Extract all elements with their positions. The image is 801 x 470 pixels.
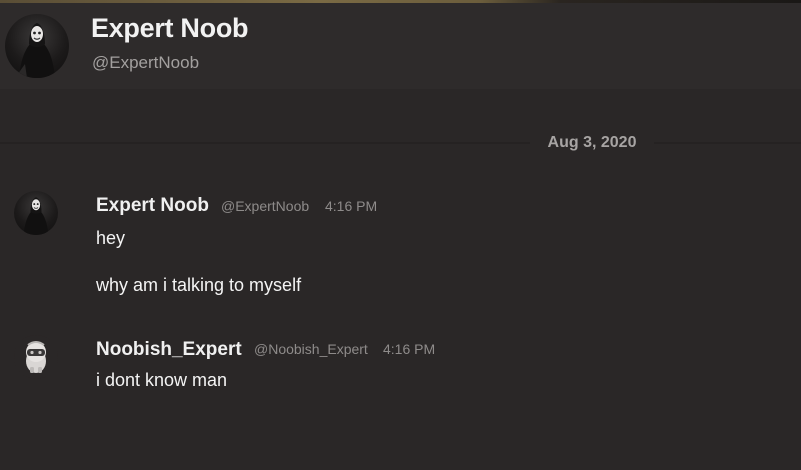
message-timestamp: 4:16 PM — [325, 198, 378, 214]
message-text: i dont know man — [96, 370, 228, 390]
profile-name: Expert Noob — [91, 13, 249, 43]
message-author[interactable]: Noobish_Expert — [96, 339, 242, 361]
hooded-figure-avatar-icon — [23, 197, 49, 235]
avatar[interactable] — [14, 335, 58, 379]
robot-character-avatar-icon — [26, 341, 46, 373]
message-text: why am i talking to myself — [96, 275, 302, 295]
hooded-figure-avatar-icon — [15, 23, 55, 78]
message-author-handle: @Noobish_Expert — [254, 341, 368, 357]
message-author-handle: @ExpertNoob — [221, 198, 310, 214]
profile-header: Expert Noob @ExpertNoob — [0, 3, 801, 89]
avatar[interactable] — [14, 191, 58, 235]
profile-handle: @ExpertNoob — [92, 53, 200, 72]
date-separator: Aug 3, 2020 — [530, 130, 654, 156]
avatar[interactable] — [5, 14, 69, 78]
message-text: hey — [96, 228, 126, 248]
date-divider-line — [0, 142, 801, 144]
message-author[interactable]: Expert Noob — [96, 195, 209, 217]
message-timestamp: 4:16 PM — [383, 341, 436, 357]
